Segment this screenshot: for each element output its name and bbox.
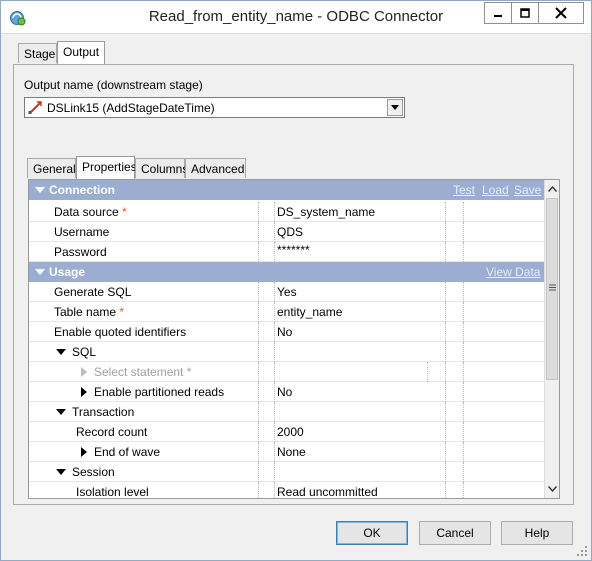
minimize-icon bbox=[494, 15, 502, 17]
output-name-label: Output name (downstream stage) bbox=[24, 78, 203, 92]
tab-advanced[interactable]: Advanced bbox=[185, 158, 246, 178]
category-usage[interactable]: Usage View Data bbox=[29, 262, 544, 282]
property-row-sql[interactable]: SQL bbox=[29, 342, 544, 362]
property-value[interactable]: No bbox=[277, 325, 292, 339]
property-row-isolation-level[interactable]: Isolation level Read uncommitted bbox=[29, 482, 544, 499]
property-value[interactable]: Read uncommitted bbox=[277, 485, 378, 498]
cancel-button[interactable]: Cancel bbox=[419, 521, 491, 545]
property-name: End of wave bbox=[94, 445, 161, 459]
scroll-up-button[interactable] bbox=[545, 181, 559, 197]
collapse-icon[interactable] bbox=[35, 269, 45, 275]
property-row-username[interactable]: Username QDS bbox=[29, 222, 544, 242]
output-link-value: DSLink15 (AddStageDateTime) bbox=[47, 101, 215, 115]
close-button[interactable] bbox=[538, 2, 584, 24]
property-row-enable-quoted-identifiers[interactable]: Enable quoted identifiers No bbox=[29, 322, 544, 342]
property-name: Generate SQL bbox=[54, 285, 132, 299]
resize-grip-icon[interactable] bbox=[577, 546, 587, 556]
property-value[interactable]: No bbox=[277, 385, 292, 399]
property-value[interactable]: DS_system_name bbox=[277, 205, 375, 219]
property-name: Enable quoted identifiers bbox=[54, 325, 187, 339]
expand-icon[interactable] bbox=[81, 387, 87, 397]
property-row-record-count[interactable]: Record count 2000 bbox=[29, 422, 544, 442]
close-icon bbox=[555, 7, 567, 19]
property-name: Record count bbox=[76, 425, 148, 439]
expand-collapse-icon[interactable] bbox=[56, 469, 66, 475]
maximize-button[interactable] bbox=[511, 2, 539, 24]
scrollbar-thumb[interactable] bbox=[546, 198, 558, 380]
property-row-table-name[interactable]: Table name * entity_name bbox=[29, 302, 544, 322]
tab-stage[interactable]: Stage bbox=[18, 43, 57, 63]
tab-properties[interactable]: Properties bbox=[76, 156, 137, 179]
property-name: Transaction bbox=[72, 405, 135, 419]
test-link[interactable]: Test bbox=[453, 183, 475, 197]
save-link[interactable]: Save bbox=[514, 183, 541, 197]
view-data-link[interactable]: View Data bbox=[486, 265, 540, 279]
title-bar[interactable]: Read_from_entity_name - ODBC Connector bbox=[1, 1, 591, 34]
property-name: Enable partitioned reads bbox=[94, 385, 225, 399]
expand-icon[interactable] bbox=[81, 447, 87, 457]
property-name: Select statement * bbox=[94, 365, 192, 379]
property-name: SQL bbox=[72, 345, 97, 359]
expand-collapse-icon[interactable] bbox=[56, 409, 66, 415]
expand-icon[interactable] bbox=[81, 367, 87, 377]
grip-icon bbox=[549, 284, 556, 291]
category-connection[interactable]: Connection Test Load Save bbox=[29, 180, 544, 200]
property-row-end-of-wave[interactable]: End of wave None bbox=[29, 442, 544, 462]
property-value[interactable]: QDS bbox=[277, 225, 303, 239]
chevron-up-icon bbox=[547, 186, 557, 192]
property-value[interactable]: 2000 bbox=[277, 425, 304, 439]
property-name: Data source * bbox=[54, 205, 127, 219]
property-value[interactable]: ******* bbox=[277, 243, 310, 257]
property-name: Password bbox=[54, 245, 107, 259]
chevron-down-icon bbox=[547, 486, 557, 492]
properties-grid: Connection Test Load Save Data source * … bbox=[28, 179, 560, 499]
property-name: Session bbox=[72, 465, 115, 479]
property-row-select-statement[interactable]: Select statement * bbox=[29, 362, 544, 382]
property-value[interactable]: None bbox=[277, 445, 306, 459]
property-row-transaction[interactable]: Transaction bbox=[29, 402, 544, 422]
chevron-down-icon bbox=[391, 105, 399, 110]
property-row-session[interactable]: Session bbox=[29, 462, 544, 482]
output-link-select[interactable]: DSLink15 (AddStageDateTime) bbox=[24, 97, 405, 118]
property-value[interactable]: entity_name bbox=[277, 305, 342, 319]
property-row-data-source[interactable]: Data source * DS_system_name bbox=[29, 202, 544, 222]
link-icon bbox=[28, 101, 42, 114]
maximize-icon bbox=[520, 8, 530, 18]
tab-columns[interactable]: Columns bbox=[135, 158, 188, 178]
collapse-icon[interactable] bbox=[35, 187, 45, 193]
tab-general[interactable]: General bbox=[27, 158, 76, 178]
minimize-button[interactable] bbox=[484, 2, 512, 24]
odbc-connector-window: Read_from_entity_name - ODBC Connector S… bbox=[0, 0, 592, 561]
scroll-down-button[interactable] bbox=[545, 481, 559, 497]
category-title: Connection bbox=[49, 183, 115, 197]
property-name: Table name * bbox=[54, 305, 125, 319]
required-marker: * bbox=[119, 305, 125, 319]
dropdown-button[interactable] bbox=[387, 99, 403, 116]
help-button[interactable]: Help bbox=[501, 521, 573, 545]
property-row-password[interactable]: Password ******* bbox=[29, 242, 544, 262]
property-value[interactable]: Yes bbox=[277, 285, 297, 299]
ok-button[interactable]: OK bbox=[336, 521, 408, 545]
property-name: Isolation level bbox=[76, 485, 149, 499]
required-marker: * bbox=[186, 365, 192, 379]
expand-collapse-icon[interactable] bbox=[56, 349, 66, 355]
vertical-scrollbar[interactable] bbox=[544, 180, 559, 498]
load-link[interactable]: Load bbox=[482, 183, 509, 197]
property-name: Username bbox=[54, 225, 110, 239]
required-marker: * bbox=[122, 205, 127, 219]
category-title: Usage bbox=[49, 265, 86, 279]
tab-output[interactable]: Output bbox=[57, 41, 105, 64]
property-row-generate-sql[interactable]: Generate SQL Yes bbox=[29, 282, 544, 302]
property-row-enable-partitioned-reads[interactable]: Enable partitioned reads No bbox=[29, 382, 544, 402]
